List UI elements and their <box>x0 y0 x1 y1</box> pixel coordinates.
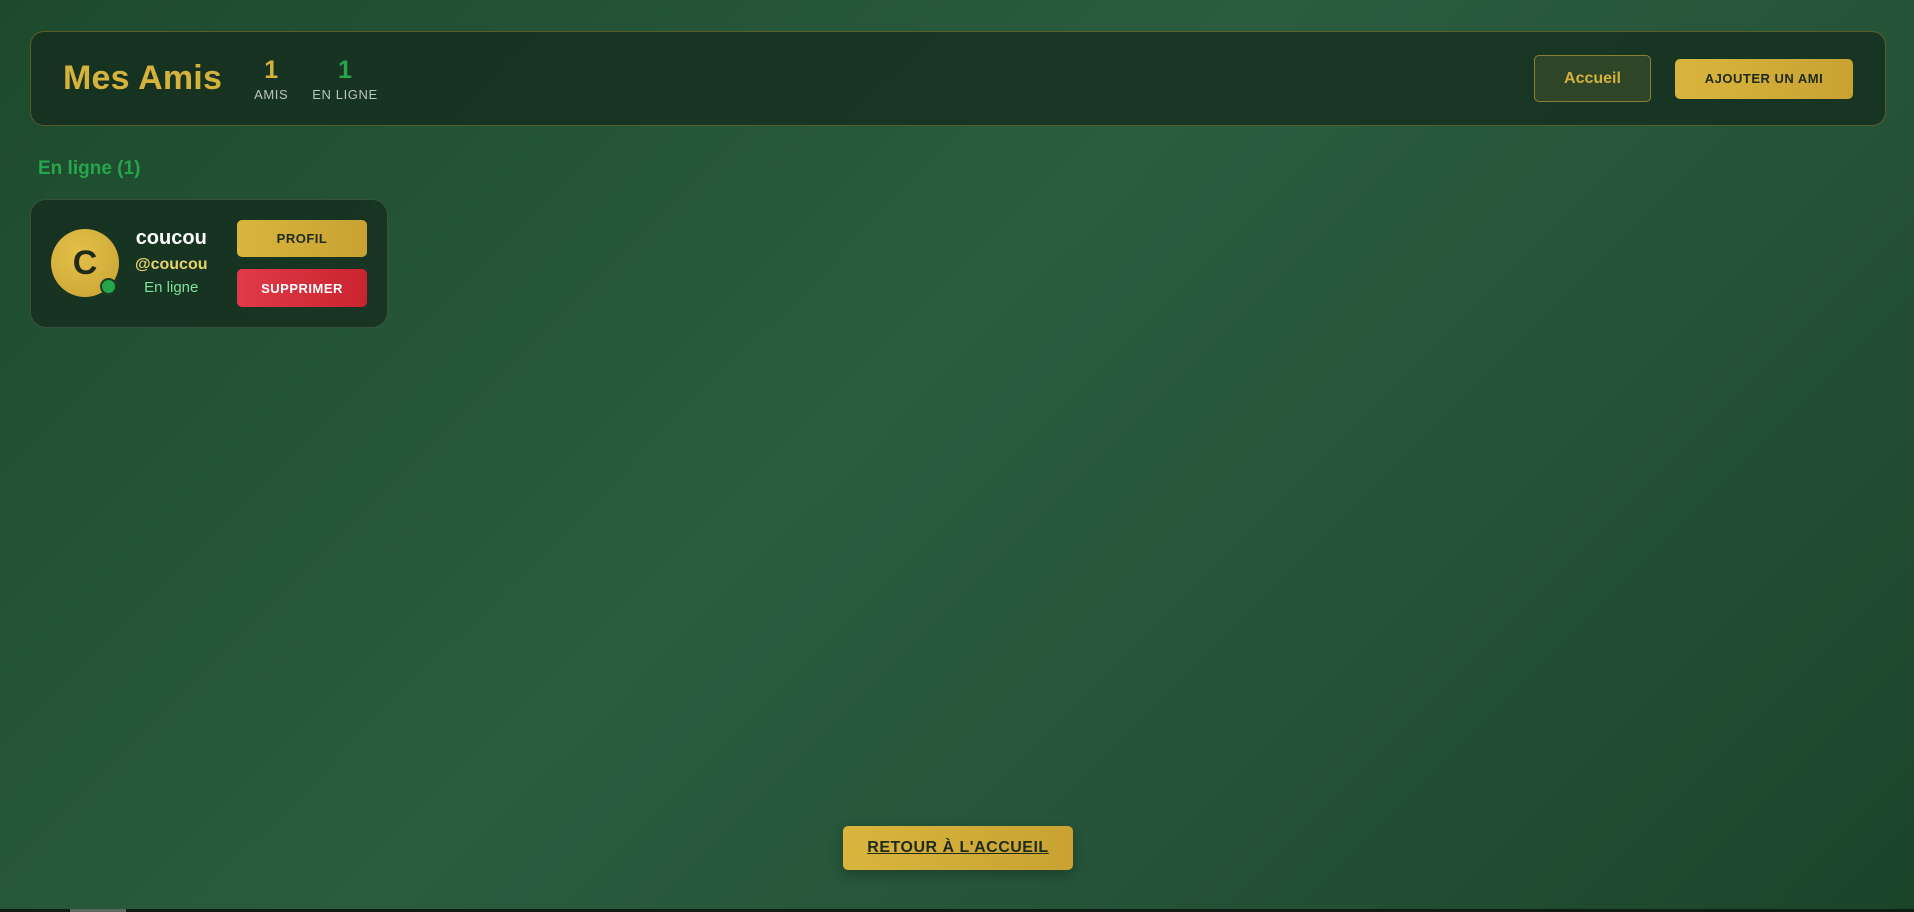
online-status-dot <box>100 278 117 295</box>
online-count-value: 1 <box>338 55 352 84</box>
delete-friend-button[interactable]: SUPPRIMER <box>237 269 367 307</box>
friend-name: coucou <box>135 227 207 249</box>
friend-info: coucou @coucou En ligne <box>135 227 208 296</box>
friends-count-label: AMIS <box>254 86 289 102</box>
home-button[interactable]: Accueil <box>1534 55 1651 102</box>
profile-button[interactable]: PROFIL <box>237 220 367 257</box>
add-friend-button[interactable]: AJOUTER UN AMI <box>1675 58 1853 99</box>
back-to-home-button[interactable]: RETOUR À L'ACCUEIL <box>843 826 1073 870</box>
page-title: Mes Amis <box>63 59 223 97</box>
friend-card: C coucou @coucou En ligne PROFIL SUPPRIM… <box>30 199 388 328</box>
friend-status: En ligne <box>144 279 199 296</box>
online-count-stat: 1 EN LIGNE <box>312 56 377 102</box>
friends-count-value: 1 <box>264 55 279 84</box>
online-count-label: EN LIGNE <box>312 86 378 102</box>
friend-handle: @coucou <box>135 256 208 273</box>
friends-count-stat: 1 AMIS <box>254 56 288 102</box>
online-section-title: En ligne (1) <box>38 158 141 179</box>
page-header: Mes Amis 1 AMIS 1 EN LIGNE Accueil AJOUT… <box>30 31 1886 126</box>
